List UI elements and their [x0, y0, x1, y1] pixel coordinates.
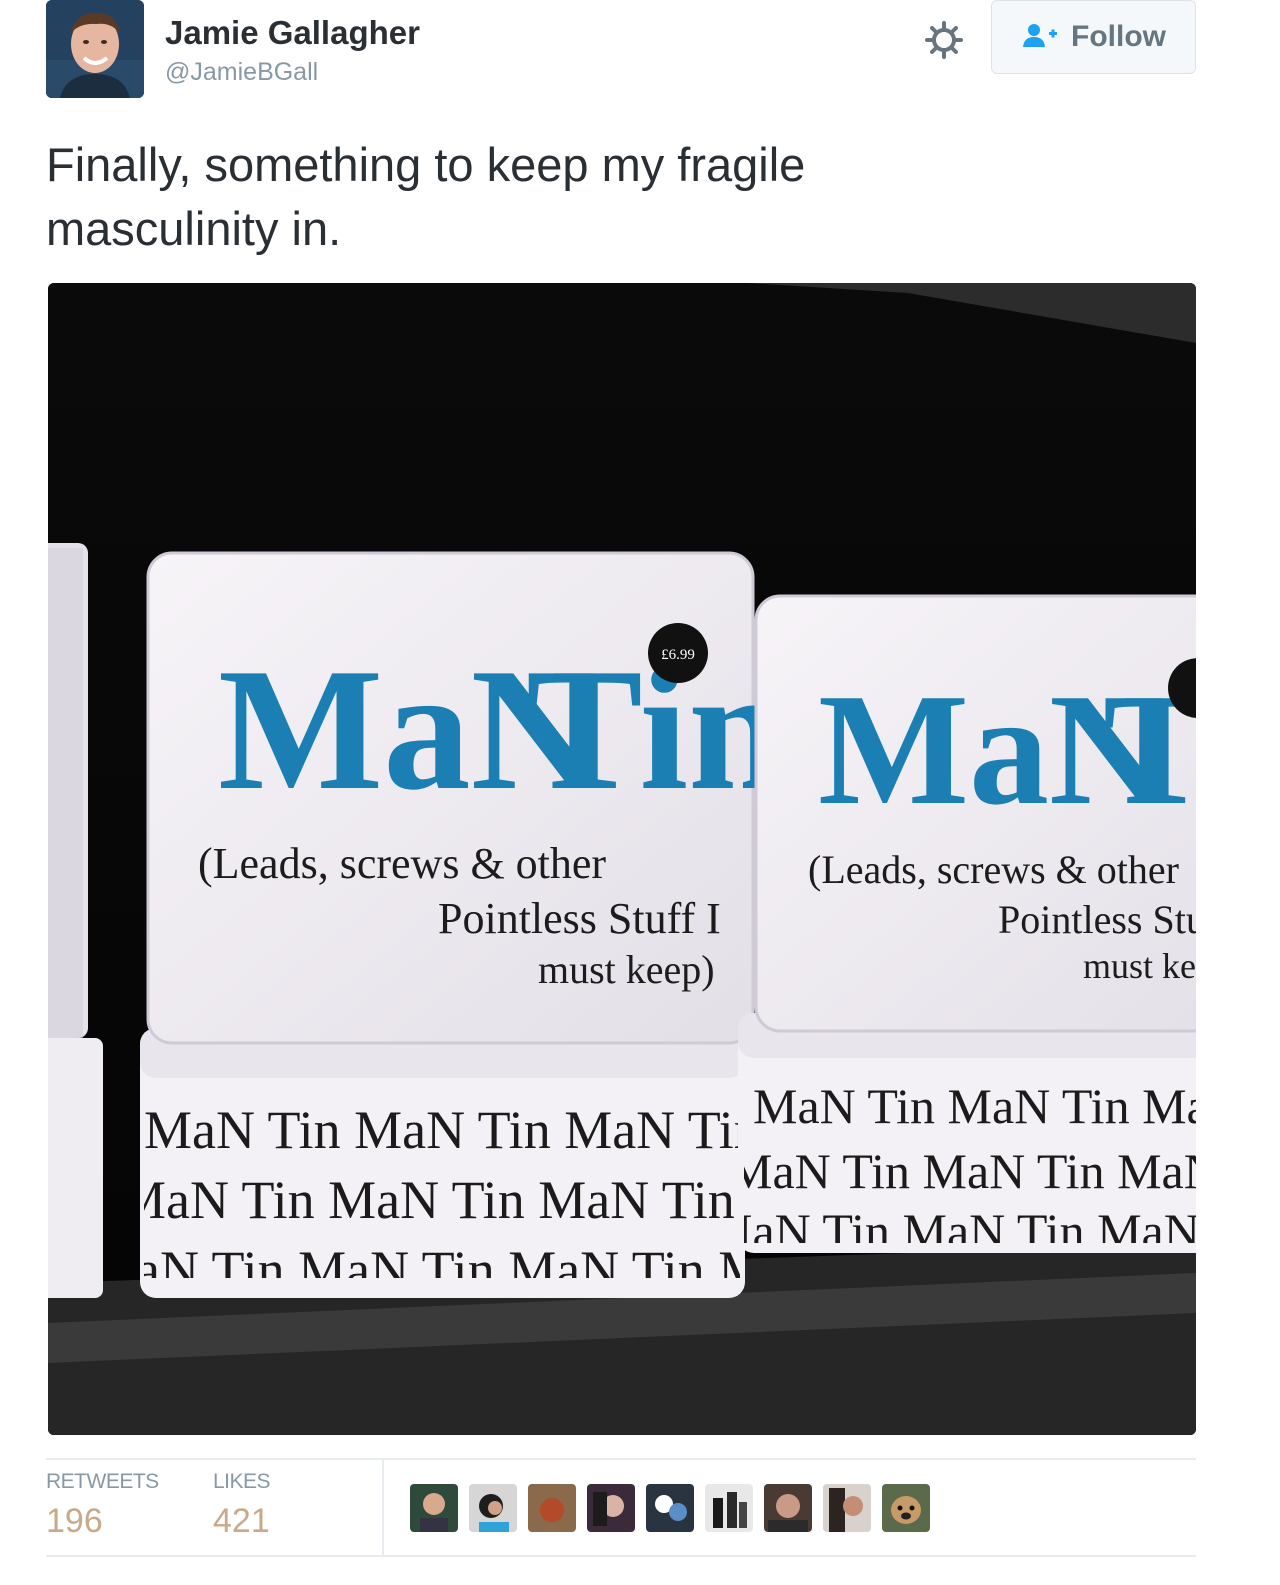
stats-top-divider: [46, 1458, 1196, 1460]
user-avatar[interactable]: [46, 0, 144, 98]
likes-count[interactable]: 421: [213, 1502, 270, 1541]
liker-avatars: [410, 1484, 930, 1532]
tin-subtitle: Pointless Stuff I: [438, 894, 721, 943]
tin-subtitle: must keep): [1083, 946, 1196, 986]
stats-divider: [382, 1460, 384, 1555]
liker-avatar[interactable]: [646, 1484, 694, 1532]
liker-avatar[interactable]: [469, 1484, 517, 1532]
tin-subtitle: Pointless Stuff I: [998, 897, 1196, 942]
retweets-label[interactable]: RETWEETS: [46, 1470, 159, 1494]
user-handle[interactable]: @JamieBGall: [165, 58, 318, 87]
retweets-count[interactable]: 196: [46, 1502, 103, 1541]
add-user-icon: [1021, 22, 1059, 53]
tweet-photo[interactable]: MaN Tin MaN Tin MaN Tin MaN Tin MaN Tin …: [48, 283, 1196, 1435]
tweet-text-line: masculinity in.: [46, 202, 342, 255]
tin-subtitle: (Leads, screws & other: [198, 839, 606, 888]
gear-icon[interactable]: [922, 18, 966, 62]
follow-button[interactable]: Follow: [991, 0, 1196, 74]
liker-avatar[interactable]: [587, 1484, 635, 1532]
liker-avatar[interactable]: [882, 1484, 930, 1532]
tweet-text: Finally, something to keep my fragile ma…: [46, 133, 1196, 261]
likes-label[interactable]: LIKES: [213, 1470, 271, 1494]
tin-subtitle: must keep): [538, 947, 715, 992]
liker-avatar[interactable]: [705, 1484, 753, 1532]
tweet-text-line: Finally, something to keep my fragile: [46, 138, 806, 191]
user-display-name[interactable]: Jamie Gallagher: [165, 14, 420, 52]
tin-pattern-row: MaN Tin MaN Tin MaN Tin MaN Tin MaN Tin …: [753, 1078, 1196, 1134]
tin-price-badge: £6.99: [661, 647, 695, 663]
tin-pattern-row: MaN Tin MaN Tin MaN Tin MaN Tin MaN Tin …: [728, 1143, 1196, 1199]
liker-avatar[interactable]: [764, 1484, 812, 1532]
follow-button-label: Follow: [1071, 20, 1166, 53]
stats-bottom-divider: [46, 1555, 1196, 1557]
liker-avatar[interactable]: [528, 1484, 576, 1532]
tin-subtitle: (Leads, screws & other: [808, 847, 1179, 892]
liker-avatar[interactable]: [410, 1484, 458, 1532]
liker-avatar[interactable]: [823, 1484, 871, 1532]
